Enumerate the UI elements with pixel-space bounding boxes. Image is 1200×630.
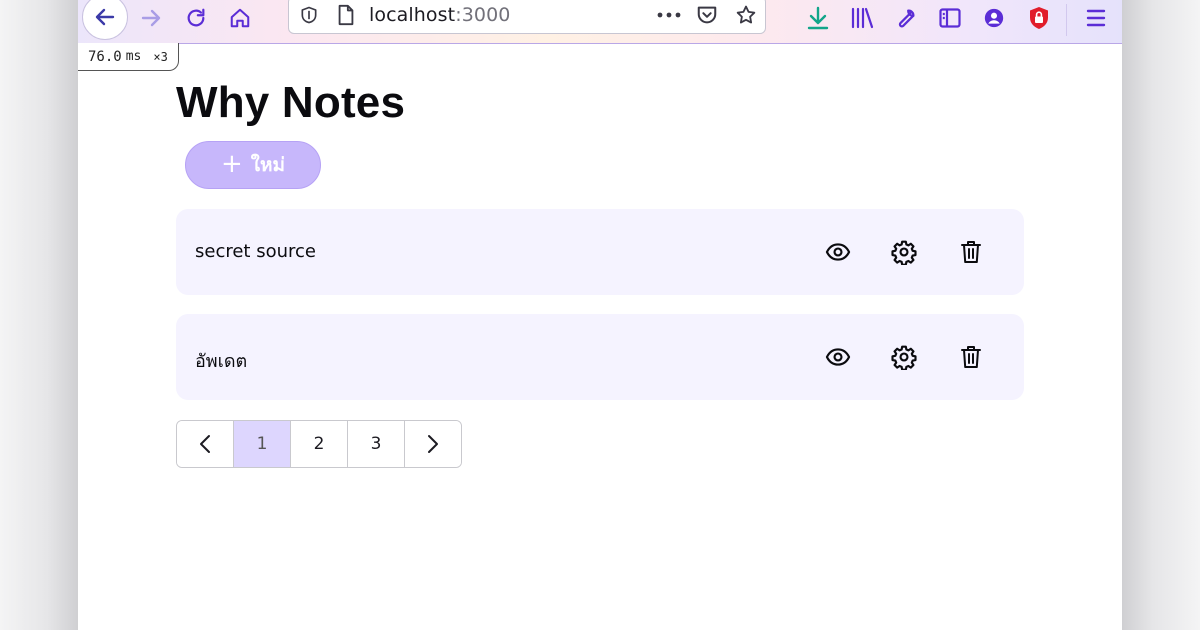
page-icon	[338, 4, 354, 26]
note-card: อัพเดต	[176, 314, 1024, 400]
new-note-label: ใหม่	[250, 154, 286, 176]
devtools-button[interactable]	[886, 0, 926, 36]
downloads-button[interactable]	[798, 0, 838, 36]
back-button[interactable]	[82, 0, 128, 40]
pagination: 1 2 3	[176, 420, 462, 468]
right-backdrop	[1122, 0, 1200, 630]
shield-icon	[301, 6, 317, 24]
more-dots-icon	[657, 12, 681, 18]
perf-multiplier: ×3	[153, 49, 168, 64]
url-port: :3000	[455, 4, 511, 26]
forward-button[interactable]	[131, 0, 171, 36]
home-button[interactable]	[220, 0, 260, 36]
perf-badge: 76.0 ms ×3	[78, 43, 179, 71]
gear-icon	[891, 345, 917, 370]
pocket-icon	[697, 6, 717, 24]
arrow-right-icon	[141, 9, 161, 27]
edit-note-settings-button[interactable]	[889, 342, 919, 372]
reload-button[interactable]	[176, 0, 216, 36]
red-shield-lock-icon	[1030, 7, 1048, 29]
note-title: อัพเดต	[195, 351, 248, 372]
page-button-3[interactable]: 3	[348, 421, 405, 467]
download-icon	[807, 6, 829, 30]
page-button-1[interactable]: 1	[234, 421, 291, 467]
url-bar[interactable]: localhost:3000	[288, 0, 766, 34]
new-note-button[interactable]: + ใหม่	[185, 141, 321, 189]
eye-icon	[825, 243, 851, 261]
hamburger-menu-icon	[1086, 9, 1106, 27]
url-text[interactable]: localhost:3000	[369, 4, 510, 26]
note-title: secret source	[195, 241, 316, 262]
gear-icon	[891, 240, 917, 265]
account-button[interactable]	[974, 0, 1014, 36]
note-card: secret source	[176, 209, 1024, 295]
page-actions-button[interactable]	[657, 0, 681, 33]
eye-icon	[825, 348, 851, 366]
next-page-button[interactable]	[405, 421, 461, 467]
delete-note-button[interactable]	[956, 342, 986, 372]
browser-window: localhost:3000 76.0 ms ×3 Why Notes + ให…	[78, 0, 1122, 630]
trash-icon	[961, 346, 981, 368]
page-info-button[interactable]	[336, 0, 356, 33]
pocket-button[interactable]	[696, 0, 718, 33]
page-title: Why Notes	[176, 78, 406, 127]
tracking-protection-button[interactable]	[299, 0, 319, 33]
library-button[interactable]	[842, 0, 882, 36]
library-icon	[851, 7, 874, 29]
edit-note-settings-button[interactable]	[889, 237, 919, 267]
delete-note-button[interactable]	[956, 237, 986, 267]
chevron-right-icon	[428, 435, 438, 453]
sidebar-icon	[939, 8, 961, 28]
account-icon	[984, 8, 1004, 28]
reload-icon	[187, 8, 205, 27]
bookmark-button[interactable]	[735, 0, 757, 33]
arrow-left-icon	[95, 8, 115, 26]
home-icon	[230, 8, 250, 28]
perf-unit: ms	[125, 49, 142, 64]
prev-page-button[interactable]	[177, 421, 234, 467]
wrench-icon	[898, 9, 915, 28]
star-icon	[736, 5, 756, 24]
trash-icon	[961, 241, 981, 263]
view-note-button[interactable]	[823, 237, 853, 267]
chevron-left-icon	[200, 435, 210, 453]
addon-button[interactable]	[1019, 0, 1059, 36]
url-host: localhost	[369, 4, 456, 26]
toolbar-separator	[1066, 4, 1067, 36]
page-button-2[interactable]: 2	[291, 421, 348, 467]
plus-icon: +	[220, 149, 243, 179]
browser-toolbar: localhost:3000	[78, 0, 1122, 44]
sidebar-button[interactable]	[930, 0, 970, 36]
left-backdrop	[0, 0, 78, 630]
perf-value: 76.0	[88, 48, 122, 65]
view-note-button[interactable]	[823, 342, 853, 372]
menu-button[interactable]	[1076, 0, 1116, 36]
